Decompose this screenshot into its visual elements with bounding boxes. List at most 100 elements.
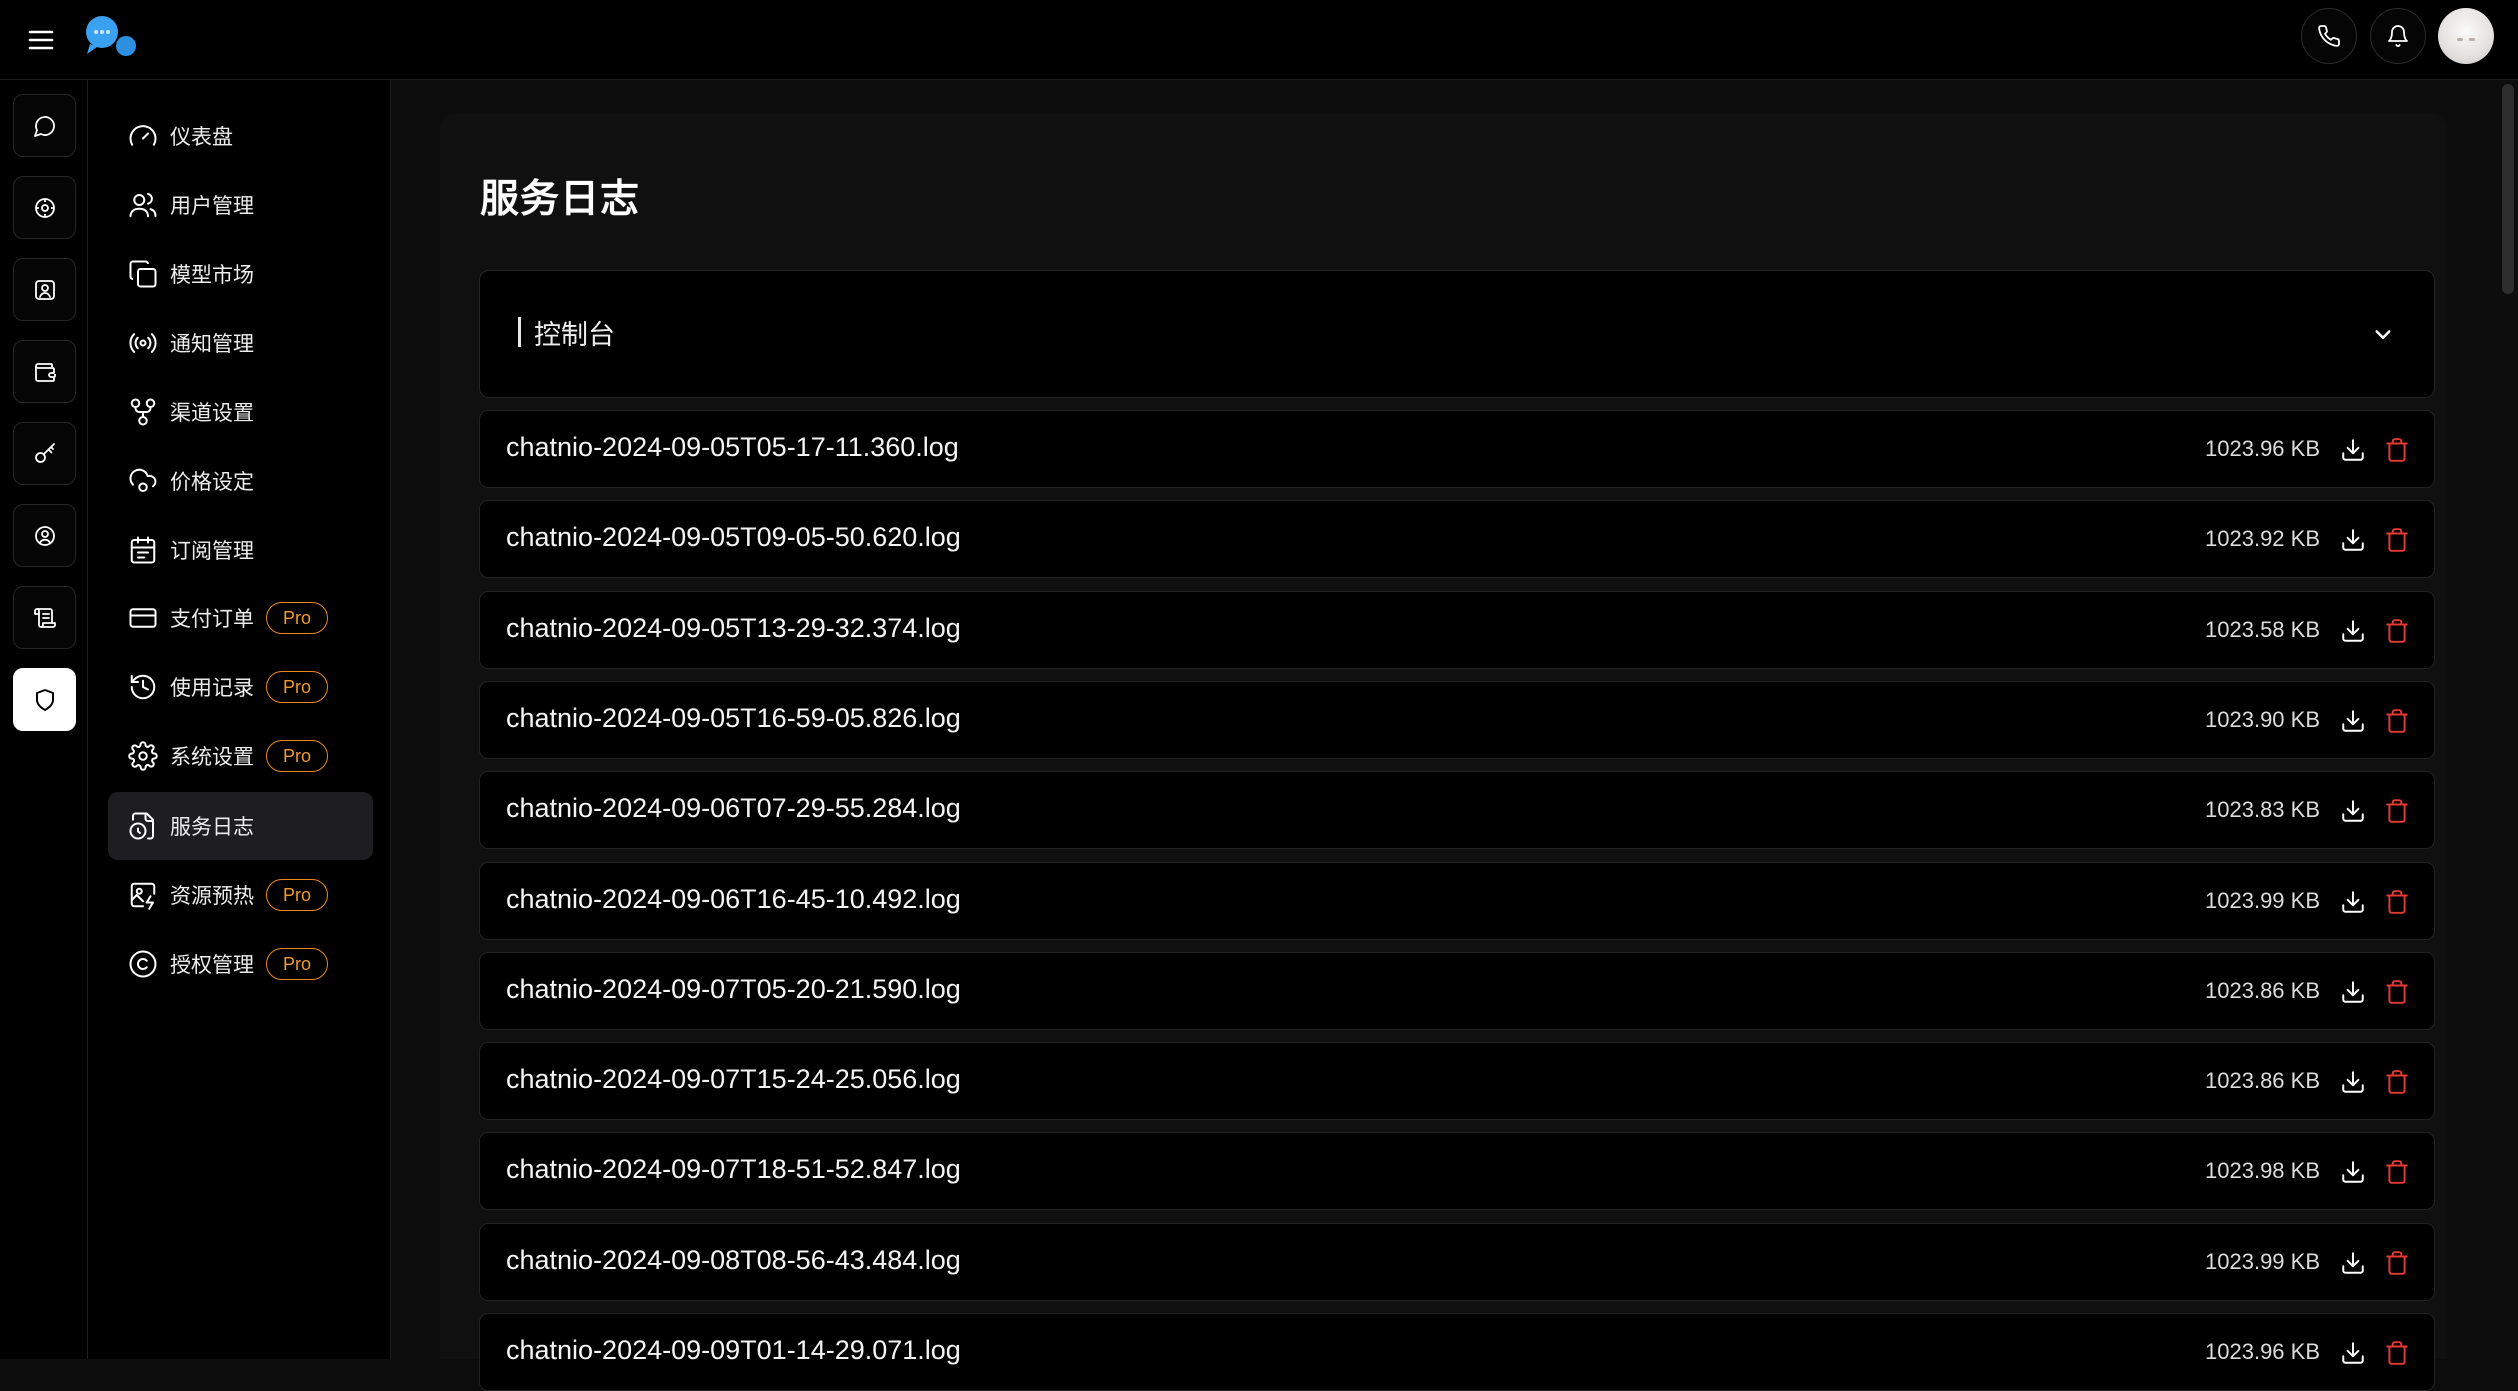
- network-icon: [130, 398, 156, 426]
- sidebar-item-label: 授权管理: [170, 953, 254, 977]
- sidebar-item-usage-records[interactable]: 使用记录 Pro: [108, 653, 373, 721]
- log-row[interactable]: chatnio-2024-09-08T08-56-43.484.log 1023.…: [479, 1222, 2435, 1301]
- log-file-name: chatnio-2024-09-05T16-59-05.826.log: [506, 702, 961, 733]
- sidebar-item-subscriptions[interactable]: 订阅管理: [108, 516, 373, 584]
- trash-icon[interactable]: [2384, 437, 2410, 463]
- shield-icon[interactable]: [13, 668, 76, 731]
- sidebar-item-label: 资源预热: [170, 884, 254, 908]
- download-icon[interactable]: [2340, 979, 2366, 1005]
- sidebar-item-payment-orders[interactable]: 支付订单 Pro: [108, 584, 373, 652]
- trash-icon[interactable]: [2384, 527, 2410, 553]
- log-row[interactable]: chatnio-2024-09-07T15-24-25.056.log 1023.…: [479, 1042, 2435, 1121]
- sidebar-item-service-logs[interactable]: 服务日志: [108, 792, 373, 860]
- gear-icon: [128, 741, 158, 771]
- trash-icon[interactable]: [2384, 1159, 2410, 1185]
- log-file-size: 1023.96 KB: [2205, 1339, 2320, 1364]
- calendar-icon: [130, 536, 156, 564]
- log-row[interactable]: chatnio-2024-09-05T05-17-11.360.log 1023.…: [479, 410, 2435, 488]
- settings-circle-icon[interactable]: [13, 176, 76, 239]
- sidebar-item-label: 仪表盘: [170, 125, 233, 149]
- sidebar-item-pricing[interactable]: 价格设定: [108, 447, 373, 515]
- scrollbar[interactable]: [2502, 84, 2514, 294]
- sidebar-item-users[interactable]: 用户管理: [108, 171, 373, 239]
- broadcast-icon: [129, 333, 157, 353]
- log-file-size: 1023.86 KB: [2205, 977, 2320, 1003]
- cloud-cog-icon: [129, 468, 157, 492]
- key-icon[interactable]: [13, 422, 76, 485]
- console-title: 控制台: [534, 320, 615, 351]
- log-row[interactable]: chatnio-2024-09-05T09-05-50.620.log 1023.…: [479, 500, 2435, 579]
- console-title-bar: [518, 317, 521, 347]
- download-icon[interactable]: [2340, 1250, 2366, 1276]
- sidebar-item-label: 渠道设置: [170, 401, 254, 425]
- download-icon[interactable]: [2340, 798, 2366, 824]
- log-row[interactable]: chatnio-2024-09-07T18-51-52.847.log 1023.…: [479, 1132, 2435, 1211]
- log-file-size: 1023.96 KB: [2205, 436, 2320, 461]
- sidebar-item-model-market[interactable]: 模型市场: [108, 240, 373, 308]
- sidebar-item-channels[interactable]: 渠道设置: [108, 378, 373, 446]
- pro-badge: Pro: [266, 948, 329, 980]
- log-row[interactable]: chatnio-2024-09-05T16-59-05.826.log 1023.…: [479, 680, 2435, 759]
- trash-icon[interactable]: [2384, 1069, 2410, 1095]
- wallet-icon[interactable]: [13, 340, 76, 403]
- pro-badge: Pro: [266, 740, 329, 772]
- chat-icon[interactable]: [13, 94, 76, 157]
- log-file-size: 1023.58 KB: [2205, 616, 2320, 642]
- download-icon[interactable]: [2340, 889, 2366, 915]
- download-icon[interactable]: [2340, 1340, 2366, 1366]
- log-file-name: chatnio-2024-09-05T09-05-50.620.log: [506, 522, 961, 553]
- sidebar-item-dashboard[interactable]: 仪表盘: [108, 102, 373, 170]
- download-icon[interactable]: [2340, 437, 2366, 463]
- log-file-name: chatnio-2024-09-05T13-29-32.374.log: [506, 612, 961, 643]
- sidebar-item-notifications[interactable]: 通知管理: [108, 309, 373, 377]
- download-icon[interactable]: [2340, 618, 2366, 644]
- pro-badge: Pro: [266, 879, 329, 911]
- log-row[interactable]: chatnio-2024-09-06T16-45-10.492.log 1023.…: [479, 861, 2435, 940]
- download-icon[interactable]: [2340, 527, 2366, 553]
- sidebar-item-license[interactable]: 授权管理 Pro: [108, 930, 373, 998]
- sidebar-item-label: 模型市场: [170, 263, 254, 287]
- file-clock-icon: [129, 812, 154, 840]
- log-row[interactable]: chatnio-2024-09-07T05-20-21.590.log 1023.…: [479, 951, 2435, 1030]
- user-avatar[interactable]: [2438, 8, 2494, 64]
- log-file-name: chatnio-2024-09-06T07-29-55.284.log: [506, 793, 961, 824]
- history-icon: [130, 674, 156, 700]
- trash-icon[interactable]: [2384, 1340, 2410, 1366]
- phone-icon[interactable]: [2301, 8, 2357, 64]
- bell-icon[interactable]: [2370, 8, 2426, 64]
- sidebar-item-resource-warmup[interactable]: 资源预热 Pro: [108, 861, 373, 929]
- chevron-down-icon[interactable]: [2368, 319, 2398, 349]
- log-row[interactable]: chatnio-2024-09-06T07-29-55.284.log 1023.…: [479, 771, 2435, 850]
- icon-rail: [0, 80, 88, 1359]
- log-file-name: chatnio-2024-09-05T05-17-11.360.log: [506, 432, 959, 462]
- log-file-name: chatnio-2024-09-07T05-20-21.590.log: [506, 973, 961, 1004]
- trash-icon[interactable]: [2384, 979, 2410, 1005]
- copyright-icon: [129, 950, 157, 978]
- trash-icon[interactable]: [2384, 708, 2410, 734]
- log-row[interactable]: chatnio-2024-09-05T13-29-32.374.log 1023.…: [479, 590, 2435, 669]
- pro-badge: Pro: [266, 602, 329, 634]
- sidebar-item-system-settings[interactable]: 系统设置 Pro: [108, 722, 373, 790]
- log-file-size: 1023.90 KB: [2205, 706, 2320, 732]
- trash-icon[interactable]: [2384, 889, 2410, 915]
- sidebar-item-label: 服务日志: [170, 815, 254, 839]
- log-file-name: chatnio-2024-09-08T08-56-43.484.log: [506, 1244, 961, 1275]
- credit-card-icon: [129, 608, 157, 628]
- log-file-size: 1023.99 KB: [2205, 887, 2320, 913]
- download-icon[interactable]: [2340, 1159, 2366, 1185]
- trash-icon[interactable]: [2384, 798, 2410, 824]
- sidebar-item-label: 用户管理: [170, 194, 254, 218]
- user-badge-icon[interactable]: [13, 258, 76, 321]
- sidebar-item-label: 使用记录: [170, 676, 254, 700]
- account-circle-icon[interactable]: [13, 504, 76, 567]
- trash-icon[interactable]: [2384, 1250, 2410, 1276]
- log-row[interactable]: chatnio-2024-09-09T01-14-29.071.log 1023.…: [479, 1313, 2435, 1391]
- download-icon[interactable]: [2340, 708, 2366, 734]
- scroll-icon[interactable]: [13, 586, 76, 649]
- app-logo[interactable]: [82, 14, 140, 60]
- console-collapsible[interactable]: 控制台: [479, 270, 2435, 398]
- hamburger-menu-icon[interactable]: [22, 22, 60, 58]
- trash-icon[interactable]: [2384, 618, 2410, 644]
- download-icon[interactable]: [2340, 1069, 2366, 1095]
- users-icon: [129, 192, 157, 218]
